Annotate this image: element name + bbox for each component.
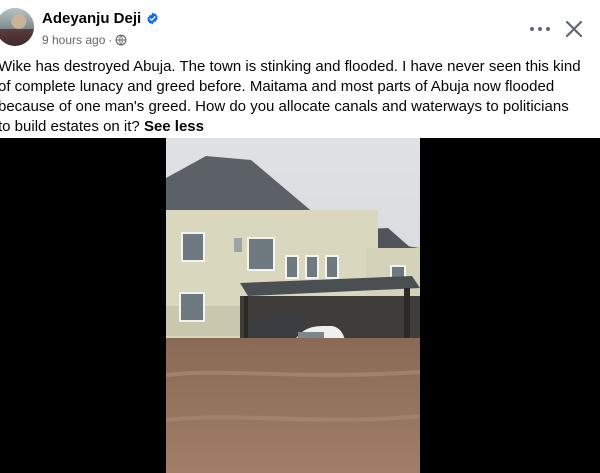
author-name-row: Adeyanju Deji	[42, 10, 159, 27]
meta-separator: ·	[108, 33, 113, 47]
author-name[interactable]: Adeyanju Deji	[42, 10, 141, 27]
post-header: Adeyanju Deji 9 hours ago ·	[0, 0, 600, 55]
more-options-button[interactable]	[527, 19, 553, 39]
post-meta: 9 hours ago ·	[42, 33, 127, 47]
globe-icon[interactable]	[115, 34, 127, 46]
post-media[interactable]	[0, 138, 600, 473]
verified-badge-icon	[147, 12, 158, 25]
post-text: Wike has destroyed Abuja. The town is st…	[0, 57, 584, 137]
video-player[interactable]	[166, 138, 420, 473]
close-icon[interactable]	[562, 17, 586, 41]
post-timestamp[interactable]: 9 hours ago	[42, 33, 105, 47]
flooded-house-image	[166, 138, 420, 473]
author-avatar[interactable]	[0, 8, 34, 46]
post-body: Wike has destroyed Abuja. The town is st…	[0, 58, 581, 135]
see-less-link[interactable]: See less	[144, 118, 204, 135]
